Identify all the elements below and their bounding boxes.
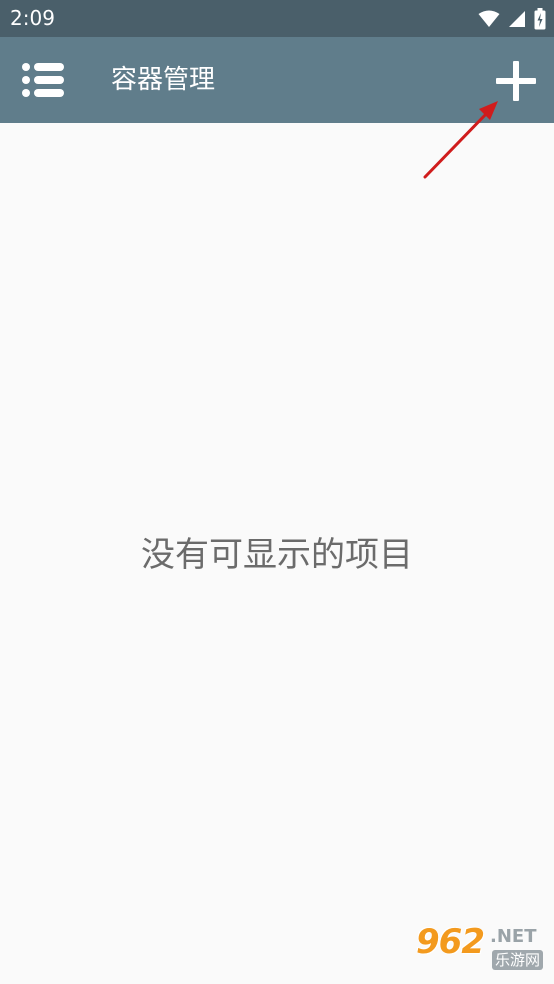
status-time: 2:09 <box>10 6 55 30</box>
signal-icon <box>509 11 525 27</box>
watermark-number: 962 <box>416 922 485 962</box>
app-bar: 容器管理 <box>0 37 554 123</box>
site-watermark: 962 .NET 乐游网 <box>412 922 548 978</box>
add-container-button[interactable] <box>492 57 540 105</box>
content-area: 没有可显示的项目 <box>0 123 554 984</box>
watermark-subtitle: 乐游网 <box>492 950 544 970</box>
list-menu-button[interactable] <box>20 59 66 101</box>
empty-state-message: 没有可显示的项目 <box>141 535 413 575</box>
watermark-suffix: .NET <box>490 926 537 947</box>
plus-icon <box>496 61 536 101</box>
status-bar: 2:09 <box>0 0 554 37</box>
wifi-icon <box>478 10 500 27</box>
page-title: 容器管理 <box>111 65 216 95</box>
battery-icon <box>534 8 546 30</box>
list-menu-icon <box>22 63 64 97</box>
status-icons <box>478 8 546 30</box>
